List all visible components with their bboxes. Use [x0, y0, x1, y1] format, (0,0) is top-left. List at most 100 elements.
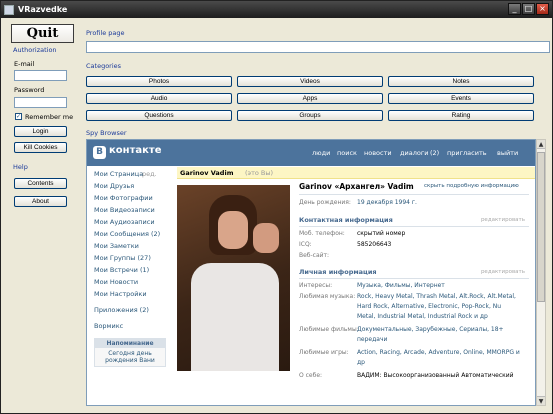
menu-my-page[interactable]: Мои Страница	[94, 170, 143, 178]
window-title: VRazvedke	[18, 5, 68, 14]
category-photos-button[interactable]: Photos	[86, 76, 232, 87]
nav-dialogs[interactable]: диалоги	[400, 149, 428, 157]
vk-logo-icon: В	[93, 146, 106, 159]
category-audio-button[interactable]: Audio	[86, 93, 232, 104]
divider	[299, 278, 529, 279]
menu-apps[interactable]: Приложения (2)	[94, 306, 149, 314]
films-label: Любимые фильмы:	[299, 326, 359, 333]
menu-friends[interactable]: Мои Друзья	[94, 182, 134, 190]
app-icon	[4, 4, 14, 15]
menu-messages[interactable]: Мои Сообщения (2)	[94, 230, 160, 238]
reminder-text[interactable]: Сегодня день рождения Вани	[95, 348, 165, 366]
contents-button[interactable]: Contents	[14, 178, 67, 189]
category-events-button[interactable]: Events	[388, 93, 534, 104]
menu-wormix[interactable]: Вормикс	[94, 322, 123, 330]
hide-info-link[interactable]: скрыть подробную информацию	[424, 183, 519, 189]
icq-value: 585206643	[357, 241, 392, 248]
email-label: E-mail	[14, 60, 35, 68]
music-value-2[interactable]: Hard Rock, Alternative, Electronic, Pop-…	[357, 303, 501, 310]
quit-button[interactable]: Quit	[11, 24, 74, 43]
birthday-label: День рождения:	[299, 199, 351, 206]
profile-name: Garinov Vadim	[180, 169, 234, 177]
help-heading: Help	[13, 163, 28, 171]
category-apps-button[interactable]: Apps	[237, 93, 383, 104]
menu-settings[interactable]: Мои Настройки	[94, 290, 147, 298]
categories-heading: Categories	[86, 62, 122, 70]
profile-full-name: Garinov «Архангел» Vadim	[299, 182, 414, 191]
films-value-1[interactable]: Документальные, Зарубежные, Сериалы, 18+	[357, 326, 504, 333]
menu-edit-link[interactable]: ред.	[142, 170, 157, 178]
birthday-value[interactable]: 19 декабря 1994 г.	[357, 199, 417, 206]
nav-search[interactable]: поиск	[337, 149, 357, 157]
nav-logout[interactable]: выйти	[497, 149, 518, 157]
password-field[interactable]	[14, 97, 67, 108]
profile-page-heading: Profile page	[86, 29, 125, 37]
authorization-heading: Authorization	[13, 46, 57, 54]
remember-me-checkbox[interactable]: ✓	[15, 113, 22, 120]
music-value-3[interactable]: Metal, Industrial Metal, Industrial Rock…	[357, 313, 488, 320]
category-groups-button[interactable]: Groups	[237, 110, 383, 121]
title-bar[interactable]: VRazvedke _ □ ×	[1, 1, 552, 18]
games-label: Любимые игры:	[299, 349, 349, 356]
personal-header: Личная информация	[299, 268, 377, 276]
contacts-header: Контактная информация	[299, 216, 393, 224]
spy-browser[interactable]: В контакте люди поиск новости диалоги (2…	[86, 139, 536, 406]
mobile-value: скрытий номер	[357, 230, 406, 237]
divider	[299, 194, 529, 195]
menu-audio[interactable]: Мои Аудиозаписи	[94, 218, 155, 226]
profile-you-note: (это Вы)	[245, 169, 274, 177]
about-button[interactable]: About	[14, 196, 67, 207]
games-value-2[interactable]: др	[357, 359, 365, 366]
kill-cookies-button[interactable]: Kill Cookies	[14, 142, 67, 153]
divider	[299, 226, 529, 227]
category-rating-button[interactable]: Rating	[388, 110, 534, 121]
reminder-title: Напоминание	[95, 339, 165, 348]
close-button[interactable]: ×	[536, 3, 549, 15]
minimize-button[interactable]: _	[508, 3, 521, 15]
games-value-1[interactable]: Action, Racing, Arcade, Adventure, Onlin…	[357, 349, 520, 356]
music-label: Любимая музыка:	[299, 293, 356, 300]
client-area: Quit Authorization E-mail Password ✓ Rem…	[4, 19, 550, 412]
mobile-label: Моб. телефон:	[299, 230, 345, 237]
profile-name-bar: Garinov Vadim (это Вы)	[177, 167, 535, 179]
scroll-down-icon[interactable]: ▼	[537, 396, 545, 405]
menu-videos[interactable]: Мои Видеозаписи	[94, 206, 155, 214]
interests-label: Интересы:	[299, 282, 333, 289]
contacts-edit-link[interactable]: редактировать	[481, 217, 525, 223]
nav-news[interactable]: новости	[364, 149, 392, 157]
menu-photos[interactable]: Мои Фотографии	[94, 194, 153, 202]
remember-me-label: Remember me	[25, 113, 74, 121]
nav-dialogs-count: (2)	[430, 149, 440, 157]
menu-news[interactable]: Мои Новости	[94, 278, 138, 286]
profile-page-field[interactable]	[86, 41, 550, 53]
scroll-thumb[interactable]	[537, 152, 545, 302]
spy-browser-heading: Spy Browser	[86, 129, 127, 137]
maximize-button[interactable]: □	[522, 3, 535, 15]
category-questions-button[interactable]: Questions	[86, 110, 232, 121]
films-value-2[interactable]: передачи	[357, 336, 387, 343]
browser-scrollbar[interactable]: ▲ ▼	[536, 139, 546, 406]
login-button[interactable]: Login	[14, 126, 67, 137]
app-window: VRazvedke _ □ × Quit Authorization E-mai…	[0, 0, 553, 414]
website-label: Веб-сайт:	[299, 252, 330, 259]
nav-invite[interactable]: пригласить	[447, 149, 487, 157]
menu-notes[interactable]: Мои Заметки	[94, 242, 139, 250]
music-value-1[interactable]: Rock, Heavy Metal, Thrash Metal, Alt.Roc…	[357, 293, 516, 300]
profile-photo[interactable]	[177, 185, 290, 371]
menu-groups[interactable]: Мои Группы (27)	[94, 254, 151, 262]
category-notes-button[interactable]: Notes	[388, 76, 534, 87]
about-label: О себе:	[299, 372, 323, 379]
scroll-up-icon[interactable]: ▲	[537, 140, 545, 149]
vk-header: В контакте люди поиск новости диалоги (2…	[87, 140, 535, 166]
interests-value[interactable]: Музыка, Фильмы, Интернет	[357, 282, 445, 289]
personal-edit-link[interactable]: редактировать	[481, 269, 525, 275]
vk-logo-text: контакте	[109, 145, 162, 156]
about-value: ВАДИМ: Высокоорганизованный Автоматическ…	[357, 372, 514, 379]
password-label: Password	[14, 86, 45, 94]
menu-events[interactable]: Мои Встречи (1)	[94, 266, 149, 274]
email-field[interactable]	[14, 70, 67, 81]
reminder-box: Напоминание Сегодня день рождения Вани	[94, 338, 166, 367]
nav-people[interactable]: люди	[312, 149, 330, 157]
category-videos-button[interactable]: Videos	[237, 76, 383, 87]
icq-label: ICQ:	[299, 241, 312, 248]
